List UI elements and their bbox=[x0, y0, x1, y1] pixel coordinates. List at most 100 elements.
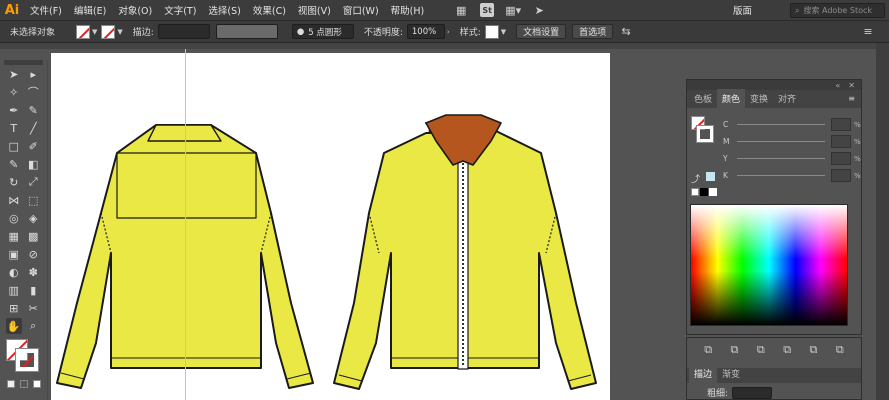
tab-stroke[interactable]: 描边 bbox=[689, 364, 718, 383]
stock-icon[interactable]: St bbox=[480, 3, 495, 17]
artboard[interactable] bbox=[51, 53, 610, 400]
none-swatch[interactable] bbox=[691, 188, 699, 196]
tab-color[interactable]: 颜色 bbox=[717, 89, 746, 108]
graph-tool-icon[interactable]: ▥ bbox=[6, 282, 22, 298]
fill-swatch[interactable] bbox=[76, 24, 90, 39]
opacity-field[interactable]: 100% bbox=[406, 24, 445, 39]
tab-transform[interactable]: 变换 bbox=[745, 89, 773, 108]
last-color-swatch[interactable] bbox=[706, 172, 715, 181]
none-mode-button[interactable] bbox=[32, 380, 41, 388]
graphic-style-swatch[interactable] bbox=[484, 24, 499, 39]
white-swatch[interactable] bbox=[709, 188, 717, 196]
color-spectrum[interactable] bbox=[690, 204, 848, 326]
magic-wand-icon[interactable]: ✧ bbox=[6, 84, 22, 100]
collapse-icon[interactable]: « bbox=[835, 81, 840, 90]
width-tool-icon[interactable]: ⋈ bbox=[6, 192, 22, 208]
eraser-icon[interactable]: ◧ bbox=[25, 156, 41, 172]
menu-edit[interactable]: 编辑(E) bbox=[68, 3, 112, 17]
arrange-documents-icon[interactable]: ▦▾ bbox=[505, 3, 521, 17]
cyan-slider[interactable] bbox=[737, 124, 825, 125]
artboard-tool-icon[interactable]: ⊞ bbox=[6, 300, 22, 316]
stroke-label[interactable]: 描边: bbox=[133, 25, 154, 38]
black-swatch[interactable] bbox=[700, 188, 708, 196]
scale-tool-icon[interactable]: ⤢ bbox=[25, 174, 41, 190]
direct-selection-tool-icon[interactable]: ▸ bbox=[25, 66, 41, 82]
stroke-weight-input[interactable] bbox=[732, 386, 773, 399]
paintbrush-icon[interactable]: ✐ bbox=[25, 138, 41, 154]
color-panel-stroke-swatch[interactable] bbox=[696, 125, 714, 143]
stroke-dropdown-icon[interactable]: ▼ bbox=[117, 28, 122, 36]
black-slider[interactable] bbox=[737, 175, 825, 176]
brush-definition-dropdown[interactable]: ● 5 点圆形 bbox=[291, 24, 354, 39]
preferences-button[interactable]: 首选项 bbox=[572, 24, 614, 39]
send-icon[interactable]: ➤ bbox=[532, 3, 546, 17]
minus-front-icon[interactable]: ⧉ bbox=[727, 343, 741, 357]
tab-align[interactable]: 对齐 bbox=[773, 89, 801, 108]
divide-icon[interactable]: ⧉ bbox=[806, 343, 820, 357]
fill-dropdown-icon[interactable]: ▼ bbox=[92, 28, 97, 36]
variable-width-profile[interactable] bbox=[215, 24, 278, 39]
stroke-swatch[interactable] bbox=[101, 24, 116, 39]
tab-gradient[interactable]: 渐变 bbox=[717, 364, 745, 383]
style-dropdown-icon[interactable]: ▼ bbox=[501, 28, 506, 36]
tab-swatches[interactable]: 色板 bbox=[689, 89, 717, 108]
selection-status: 未选择对象 bbox=[10, 28, 56, 38]
menu-object[interactable]: 对象(O) bbox=[112, 3, 158, 17]
perspective-grid-icon[interactable]: ▦ bbox=[6, 228, 22, 244]
close-panel-icon[interactable]: ✕ bbox=[848, 81, 855, 90]
blend-tool-icon[interactable]: ◐ bbox=[6, 264, 22, 280]
workspace-switcher[interactable]: 版面 bbox=[733, 3, 752, 17]
line-tool-icon[interactable]: ╱ bbox=[25, 120, 41, 136]
free-transform-icon[interactable]: ⬚ bbox=[25, 192, 41, 208]
document-setup-button[interactable]: 文档设置 bbox=[516, 24, 567, 39]
menu-window[interactable]: 窗口(W) bbox=[337, 3, 385, 17]
bridge-icon[interactable]: ▦ bbox=[454, 3, 468, 17]
shaper-tool-icon[interactable]: ✎ bbox=[6, 156, 22, 172]
stroke-weight-field[interactable] bbox=[157, 24, 210, 39]
unite-icon[interactable]: ⧉ bbox=[701, 343, 715, 357]
menu-help[interactable]: 帮助(H) bbox=[385, 3, 431, 17]
hand-tool-icon[interactable]: ✋ bbox=[5, 318, 22, 334]
menu-effect[interactable]: 效果(C) bbox=[247, 3, 292, 17]
mesh-tool-icon[interactable]: ▩ bbox=[25, 228, 41, 244]
opacity-label[interactable]: 不透明度: bbox=[364, 25, 403, 38]
yellow-slider[interactable] bbox=[737, 158, 825, 159]
magenta-field[interactable] bbox=[831, 135, 851, 148]
intersect-icon[interactable]: ⧉ bbox=[754, 343, 768, 357]
gradient-mode-button[interactable] bbox=[19, 380, 28, 388]
fill-stroke-widget[interactable] bbox=[0, 335, 47, 377]
pen-tool-icon[interactable]: ✒ bbox=[6, 102, 22, 118]
column-graph-icon[interactable]: ▮ bbox=[25, 282, 41, 298]
zoom-tool-icon[interactable]: ⌕ bbox=[25, 318, 41, 334]
curvature-tool-icon[interactable]: ✎ bbox=[25, 102, 41, 118]
menu-view[interactable]: 视图(V) bbox=[292, 3, 337, 17]
out-of-gamut-icon[interactable]: ⤴ bbox=[691, 172, 700, 185]
menu-type[interactable]: 文字(T) bbox=[158, 3, 202, 17]
trim-icon[interactable]: ⧉ bbox=[833, 343, 847, 357]
selection-tool-icon[interactable]: ➤ bbox=[6, 66, 22, 82]
black-field[interactable] bbox=[831, 169, 851, 182]
magenta-slider[interactable] bbox=[737, 141, 825, 142]
opacity-dropdown-icon[interactable]: › bbox=[447, 28, 450, 36]
rotate-tool-icon[interactable]: ↻ bbox=[6, 174, 22, 190]
gradient-tool-icon[interactable]: ▣ bbox=[6, 246, 22, 262]
yellow-field[interactable] bbox=[831, 152, 851, 165]
panel-menu-icon[interactable]: ≡ bbox=[848, 94, 855, 103]
type-tool-icon[interactable]: T bbox=[6, 120, 22, 136]
slice-tool-icon[interactable]: ✂ bbox=[25, 300, 41, 316]
eyedropper-icon[interactable]: ⊘ bbox=[25, 246, 41, 262]
align-options-icon[interactable]: ⇆ bbox=[619, 25, 633, 39]
control-panel-menu-icon[interactable]: ≡ bbox=[861, 25, 875, 39]
stroke-none-swatch[interactable] bbox=[15, 348, 39, 372]
color-mode-button[interactable] bbox=[6, 380, 15, 388]
shape-builder-icon[interactable]: ◎ bbox=[6, 210, 22, 226]
menu-file[interactable]: 文件(F) bbox=[24, 3, 68, 17]
exclude-icon[interactable]: ⧉ bbox=[780, 343, 794, 357]
stock-search-input[interactable]: ⌕ 搜索 Adobe Stock bbox=[790, 3, 885, 18]
cyan-field[interactable] bbox=[831, 118, 851, 131]
live-paint-icon[interactable]: ◈ bbox=[25, 210, 41, 226]
rectangle-tool-icon[interactable]: □ bbox=[6, 138, 22, 154]
menu-select[interactable]: 选择(S) bbox=[202, 3, 246, 17]
symbol-sprayer-icon[interactable]: ✽ bbox=[25, 264, 41, 280]
lasso-icon[interactable]: ⌒ bbox=[25, 84, 41, 100]
